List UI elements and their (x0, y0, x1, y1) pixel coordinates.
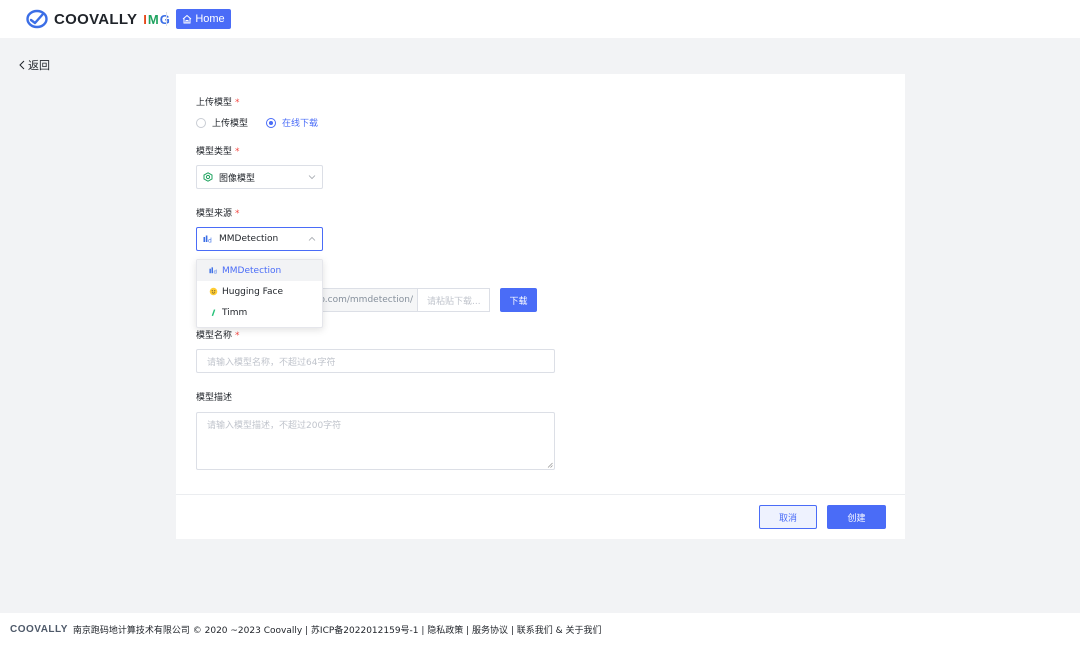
svg-text:d: d (214, 270, 217, 275)
timm-icon (211, 309, 216, 317)
download-url-input[interactable]: 请粘贴下载... (417, 288, 490, 312)
hugging-face-icon (209, 287, 218, 296)
radio-online-download[interactable]: 在线下载 (266, 116, 318, 129)
dropdown-option-hugging-face[interactable]: Hugging Face (197, 281, 322, 302)
page-footer: COOVALLY 南京跑码地计算技术有限公司 © 2020 ~2023 Coov… (0, 613, 1080, 646)
top-header: COOVALLY IMG Home (0, 0, 1080, 38)
download-url-group: o.com/mmdetection/ 请粘贴下载... (296, 288, 490, 312)
chevron-left-icon (19, 60, 25, 70)
back-link[interactable]: 返回 (18, 57, 50, 73)
mmdetection-icon: d (203, 235, 212, 245)
image-model-icon (203, 172, 213, 182)
download-button[interactable]: 下载 (500, 288, 537, 312)
coovally-logo[interactable]: COOVALLY IMG (26, 8, 171, 30)
back-label: 返回 (28, 59, 50, 72)
upload-model-label: 上传模型 * (196, 98, 240, 108)
brand-name: COOVALLY (54, 10, 138, 28)
radio-circle (196, 117, 206, 128)
model-name-label: 模型名称 * (196, 331, 240, 341)
resize-handle-icon[interactable] (547, 462, 553, 468)
radio-circle (266, 117, 277, 128)
model-name-input[interactable]: 请输入模型名称，不超过64字符 (196, 349, 555, 373)
dropdown-option-timm[interactable]: Timm (197, 302, 322, 323)
radio-upload-model[interactable]: 上传模型 (196, 116, 248, 129)
chevron-down-icon (308, 175, 316, 180)
dropdown-option-mmdetection[interactable]: d MMDetection (197, 260, 322, 281)
cancel-button[interactable]: 取消 (759, 505, 817, 529)
mmdetection-icon: d (209, 267, 217, 275)
create-model-form: 上传模型 * 上传模型 在线下载 模型类型 * 图像模型 模型来源 * d MM… (176, 74, 905, 539)
model-source-dropdown: d MMDetection Hugging Face Timm (196, 259, 323, 328)
coovally-logo-icon (26, 9, 48, 29)
model-type-select[interactable]: 图像模型 (196, 165, 323, 189)
chevron-up-icon (308, 236, 316, 241)
home-icon (182, 14, 192, 24)
model-source-label: 模型来源 * (196, 209, 240, 219)
svg-text:d: d (208, 238, 212, 245)
model-type-label: 模型类型 * (196, 147, 240, 157)
model-source-value: MMDetection (219, 234, 279, 244)
model-type-value: 图像模型 (219, 173, 256, 184)
home-button[interactable]: Home (176, 9, 231, 29)
create-button[interactable]: 创建 (827, 505, 886, 529)
upload-method-radio-group: 上传模型 在线下载 (196, 116, 336, 129)
footer-brand: COOVALLY (10, 624, 68, 635)
model-description-textarea[interactable]: 请输入模型描述，不超过200字符 (196, 412, 555, 470)
header-divider (166, 12, 167, 26)
home-button-label: Home (195, 13, 225, 25)
footer-text: 南京跑码地计算技术有限公司 © 2020 ~2023 Coovally | 苏I… (72, 626, 602, 636)
model-description-label: 模型描述 (196, 393, 233, 403)
form-footer-divider (176, 494, 905, 495)
model-source-select[interactable]: d MMDetection (196, 227, 323, 251)
